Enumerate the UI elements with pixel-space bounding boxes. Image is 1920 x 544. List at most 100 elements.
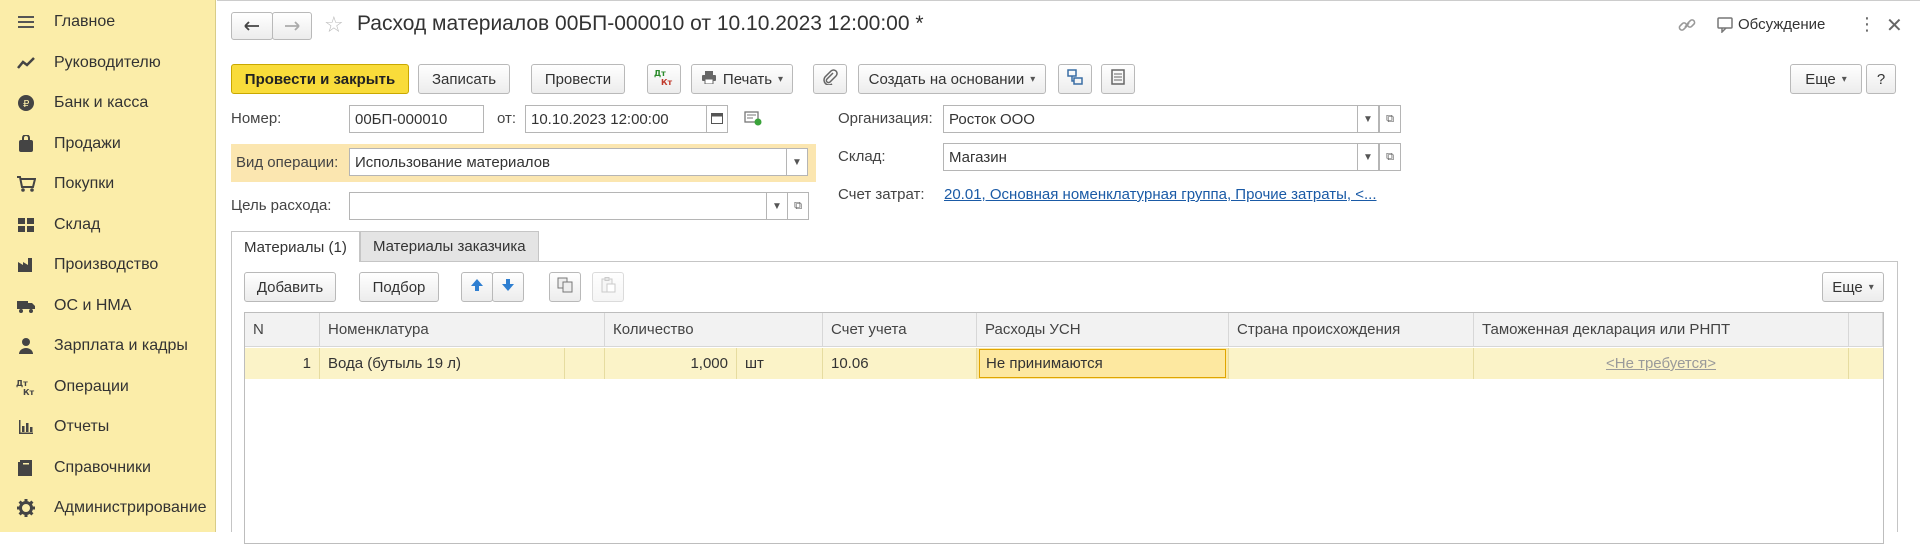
numbering-settings-icon[interactable] (744, 110, 762, 130)
move-up-button[interactable] (461, 272, 493, 302)
cell-country[interactable] (1229, 348, 1474, 379)
sidebar-item-production[interactable]: Производство (0, 245, 216, 285)
arrow-down-icon (501, 278, 515, 296)
more-button[interactable]: Еще (1790, 64, 1862, 94)
materials-table: N Номенклатура Количество Счет учета Рас… (244, 312, 1884, 544)
sidebar-item-manager[interactable]: Руководителю (0, 43, 216, 83)
column-header-country[interactable]: Страна происхождения (1229, 313, 1474, 347)
sidebar-item-administration[interactable]: Администрирование (0, 488, 216, 528)
post-button[interactable]: Провести (531, 64, 625, 94)
menu-icon (16, 12, 36, 32)
calendar-icon (711, 112, 723, 127)
cell-usn-expenses[interactable]: Не принимаются (977, 348, 1229, 379)
organization-open-button[interactable]: ⧉ (1379, 105, 1401, 133)
chevron-down-icon: ▼ (792, 156, 802, 168)
calendar-button[interactable] (706, 105, 728, 133)
cell-account[interactable]: 10.06 (823, 348, 977, 379)
warehouse-field[interactable]: Магазин (943, 143, 1358, 171)
structure-button[interactable] (1058, 64, 1092, 94)
coin-icon: ₽ (16, 93, 36, 113)
forward-button[interactable] (272, 12, 312, 40)
paperclip-icon (822, 69, 838, 89)
sidebar-item-reports[interactable]: Отчеты (0, 407, 216, 447)
back-button[interactable] (231, 12, 273, 40)
sidebar-item-references[interactable]: Справочники (0, 448, 216, 488)
tab-customer-materials[interactable]: Материалы заказчика (360, 231, 539, 261)
operation-type-field[interactable]: Использование материалов (349, 148, 787, 176)
close-icon[interactable]: ✕ (1886, 13, 1903, 38)
column-header-account[interactable]: Счет учета (823, 313, 977, 347)
sidebar-item-bank[interactable]: ₽ Банк и касса (0, 83, 216, 123)
more-vertical-icon[interactable]: ⋮ (1858, 14, 1876, 35)
cost-account-link[interactable]: 20.01, Основная номенклатурная группа, П… (944, 186, 1377, 203)
column-header-n[interactable]: N (245, 313, 320, 347)
tab-materials[interactable]: Материалы (1) (231, 231, 360, 262)
cell-unit[interactable]: шт (737, 348, 823, 379)
number-field[interactable]: 00БП-000010 (349, 105, 484, 133)
tab-panel-border-left (231, 262, 232, 532)
paste-button[interactable] (592, 272, 624, 302)
warehouse-dropdown[interactable]: ▼ (1357, 143, 1379, 171)
purpose-field[interactable] (349, 192, 767, 220)
operation-type-dropdown[interactable]: ▼ (786, 148, 808, 176)
cell-item[interactable]: Вода (бутыль 19 л) (320, 348, 565, 379)
sidebar-item-label: Отчеты (54, 418, 110, 435)
column-header-customs[interactable]: Таможенная декларация или РНПТ (1474, 313, 1849, 347)
cell-n: 1 (245, 348, 320, 379)
attach-button[interactable] (813, 64, 847, 94)
customs-not-required-link[interactable]: <Не требуется> (1606, 355, 1716, 372)
page-title: Расход материалов 00БП-000010 от 10.10.2… (357, 12, 924, 35)
cart-icon (16, 174, 36, 194)
sidebar-item-label: Зарплата и кадры (54, 337, 188, 354)
chevron-down-icon: ▼ (1363, 113, 1373, 125)
add-row-button[interactable]: Добавить (244, 272, 336, 302)
create-based-on-button[interactable]: Создать на основании (858, 64, 1046, 94)
sidebar-item-main[interactable]: Главное (0, 2, 216, 42)
help-button[interactable]: ? (1866, 64, 1896, 94)
organization-field[interactable]: Росток ООО (943, 105, 1358, 133)
purpose-dropdown[interactable]: ▼ (766, 192, 788, 220)
sidebar-item-sales[interactable]: Продажи (0, 124, 216, 164)
column-header-quantity[interactable]: Количество (605, 313, 823, 347)
purpose-label: Цель расхода: (231, 197, 332, 214)
move-down-button[interactable] (492, 272, 524, 302)
person-icon (16, 336, 36, 356)
cell-customs[interactable]: <Не требуется> (1474, 348, 1849, 379)
save-button[interactable]: Записать (418, 64, 510, 94)
column-header-item[interactable]: Номенклатура (320, 313, 605, 347)
svg-text:₽: ₽ (23, 99, 30, 110)
pick-button[interactable]: Подбор (359, 272, 439, 302)
purpose-open-button[interactable]: ⧉ (787, 192, 809, 220)
sidebar-item-salary[interactable]: Зарплата и кадры (0, 326, 216, 366)
sidebar-item-operations[interactable]: Дт Кт Операции (0, 367, 216, 407)
sidebar-item-label: Главное (54, 13, 116, 30)
column-header-usn-expenses[interactable]: Расходы УСН (977, 313, 1229, 347)
cost-account-label: Счет затрат: (838, 186, 925, 203)
discussion-button[interactable]: Обсуждение (1738, 16, 1825, 33)
chevron-down-icon: ▼ (772, 200, 782, 212)
date-field[interactable]: 10.10.2023 12:00:00 (525, 105, 707, 133)
open-icon: ⧉ (794, 199, 802, 212)
post-and-close-button[interactable]: Провести и закрыть (231, 64, 409, 94)
more-label: Еще (1805, 70, 1836, 88)
copy-button[interactable] (549, 272, 581, 302)
table-more-button[interactable]: Еще (1822, 272, 1884, 302)
link-icon[interactable] (1678, 16, 1696, 38)
sidebar-item-fixed-assets[interactable]: ОС и НМА (0, 286, 216, 326)
paste-icon (600, 277, 616, 297)
favorite-star-icon[interactable]: ☆ (324, 12, 344, 38)
arrow-left-icon (244, 18, 260, 35)
cell-quantity[interactable]: 1,000 (605, 348, 737, 379)
sidebar-item-warehouse[interactable]: Склад (0, 205, 216, 245)
sidebar-item-purchases[interactable]: Покупки (0, 164, 216, 204)
organization-dropdown[interactable]: ▼ (1357, 105, 1379, 133)
print-button[interactable]: Печать (691, 64, 793, 94)
warehouse-open-button[interactable]: ⧉ (1379, 143, 1401, 171)
dt-kt-icon: Дт Кт (16, 377, 36, 397)
dt-kt-button[interactable]: Дт Кт (647, 64, 681, 94)
sidebar-item-label: Склад (54, 216, 101, 233)
report-button[interactable] (1101, 64, 1135, 94)
usn-expenses-editor[interactable]: Не принимаются (979, 349, 1226, 378)
svg-text:Кт: Кт (23, 388, 35, 396)
arrow-right-icon (284, 18, 300, 35)
